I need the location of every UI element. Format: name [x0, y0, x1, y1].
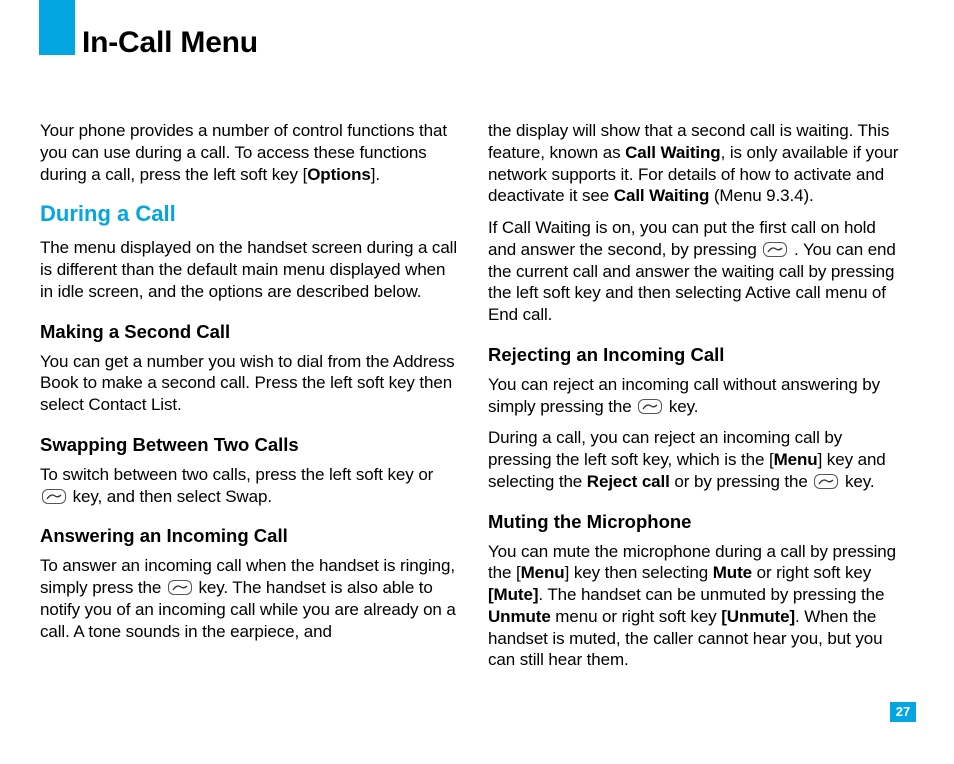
text: menu or right soft key [551, 607, 722, 626]
bold-text: Unmute [488, 607, 551, 626]
section-heading-during-a-call: During a Call [40, 201, 460, 227]
page-number: 27 [890, 702, 916, 722]
header-accent-block [39, 0, 75, 55]
bold-text: Options [307, 165, 371, 184]
text: . The handset can be unmuted by pressing… [538, 585, 884, 604]
page-title: In-Call Menu [82, 26, 258, 60]
body-text: During a call, you can reject an incomin… [488, 427, 908, 492]
text: ] key then selecting [565, 563, 713, 582]
body-text: To answer an incoming call when the hand… [40, 555, 460, 642]
bold-text: Menu [521, 563, 565, 582]
text: Your phone provides a number of control … [40, 121, 447, 184]
text: or right soft key [752, 563, 871, 582]
bold-text: Reject call [587, 472, 670, 491]
body-text: To switch between two calls, press the l… [40, 464, 460, 508]
subheading-muting-microphone: Muting the Microphone [488, 511, 908, 533]
bold-text: Menu [774, 450, 818, 469]
left-column: Your phone provides a number of control … [40, 120, 460, 704]
body-text: The menu displayed on the handset screen… [40, 237, 460, 302]
send-key-icon [42, 489, 66, 504]
body-text: You can reject an incoming call without … [488, 374, 908, 418]
body-text: the display will show that a second call… [488, 120, 908, 207]
text: key. [664, 397, 698, 416]
bold-text: Call Waiting [614, 186, 709, 205]
page: In-Call Menu Your phone provides a numbe… [0, 0, 954, 764]
text: key. [840, 472, 874, 491]
bold-text: [Unmute] [721, 607, 795, 626]
text: To switch between two calls, press the l… [40, 465, 433, 484]
subheading-swapping-calls: Swapping Between Two Calls [40, 434, 460, 456]
bold-text: Call Waiting [625, 143, 720, 162]
text: ]. [371, 165, 380, 184]
content-columns: Your phone provides a number of control … [40, 120, 914, 704]
send-key-icon [763, 242, 787, 257]
bold-text: Mute [713, 563, 752, 582]
subheading-rejecting-call: Rejecting an Incoming Call [488, 344, 908, 366]
body-text: You can mute the microphone during a cal… [488, 541, 908, 672]
end-key-icon [814, 474, 838, 489]
subheading-answering-call: Answering an Incoming Call [40, 525, 460, 547]
body-text: If Call Waiting is on, you can put the f… [488, 217, 908, 326]
text: (Menu 9.3.4). [709, 186, 813, 205]
text: or by pressing the [670, 472, 813, 491]
bold-text: [Mute] [488, 585, 538, 604]
body-text: You can get a number you wish to dial fr… [40, 351, 460, 416]
subheading-making-second-call: Making a Second Call [40, 321, 460, 343]
text: key, and then select Swap. [68, 487, 272, 506]
intro-paragraph: Your phone provides a number of control … [40, 120, 460, 185]
send-key-icon [168, 580, 192, 595]
right-column: the display will show that a second call… [488, 120, 908, 704]
end-key-icon [638, 399, 662, 414]
